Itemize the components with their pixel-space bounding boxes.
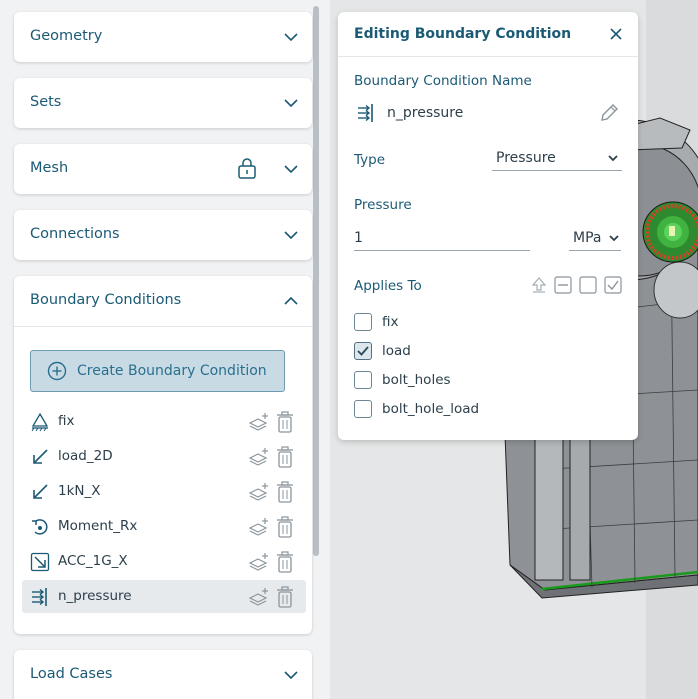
- bc-name: 1kN_X: [58, 483, 101, 499]
- add-to-load-case-icon[interactable]: [248, 411, 270, 433]
- section-connections-header[interactable]: Connections: [14, 210, 312, 260]
- section-title: Connections: [30, 226, 120, 242]
- chevron-down-icon[interactable]: [282, 227, 300, 243]
- section-title: Load Cases: [30, 666, 113, 682]
- unit-select-underline: [569, 250, 621, 251]
- add-to-load-case-icon[interactable]: [248, 516, 270, 538]
- chevron-down-icon[interactable]: [282, 29, 300, 45]
- add-to-load-case-icon[interactable]: [248, 586, 270, 608]
- section-title: Geometry: [30, 28, 103, 44]
- pressure-icon: [358, 104, 373, 122]
- close-icon[interactable]: [608, 26, 624, 42]
- lock-icon[interactable]: [236, 157, 258, 179]
- add-to-load-case-icon[interactable]: [248, 481, 270, 503]
- type-label: Type: [354, 152, 386, 168]
- section-title: Boundary Conditions: [30, 292, 182, 308]
- bc-name: load_2D: [58, 448, 113, 464]
- set-checkbox-load[interactable]: [354, 342, 372, 360]
- add-to-load-case-icon[interactable]: [248, 446, 270, 468]
- section-connections[interactable]: Connections: [14, 210, 312, 260]
- bc-name: Moment_Rx: [58, 518, 138, 534]
- checkbox-empty-icon[interactable]: [579, 276, 597, 294]
- chevron-down-icon[interactable]: [609, 234, 619, 242]
- bc-list-item[interactable]: Moment_Rx: [22, 510, 306, 543]
- type-select[interactable]: Pressure: [496, 150, 556, 166]
- bc-list-item[interactable]: load_2D: [22, 440, 306, 473]
- set-checkbox-bolt-holes[interactable]: [354, 371, 372, 389]
- trash-icon[interactable]: [275, 446, 295, 468]
- chevron-down-icon[interactable]: [608, 154, 618, 162]
- trash-icon[interactable]: [275, 586, 295, 608]
- create-button-label: Create Boundary Condition: [77, 363, 267, 379]
- add-to-load-case-icon[interactable]: [248, 551, 270, 573]
- create-boundary-condition-button[interactable]: Create Boundary Condition: [30, 350, 285, 392]
- bc-list-item[interactable]: fix: [22, 405, 306, 438]
- trash-icon[interactable]: [275, 516, 295, 538]
- section-sets-header[interactable]: Sets: [14, 78, 312, 128]
- trash-icon[interactable]: [275, 481, 295, 503]
- set-label: fix: [382, 314, 399, 330]
- force-arrow-icon: [33, 484, 48, 499]
- chevron-down-icon[interactable]: [282, 161, 300, 177]
- section-divider: [14, 326, 312, 327]
- select-all-icon[interactable]: [604, 276, 622, 294]
- pressure-label: Pressure: [354, 197, 412, 213]
- sidebar-scrollbar[interactable]: [313, 6, 319, 556]
- section-load-cases[interactable]: Load Cases: [14, 650, 312, 699]
- set-label: bolt_hole_load: [382, 401, 480, 417]
- trash-icon[interactable]: [275, 411, 295, 433]
- panel-title: Editing Boundary Condition: [354, 26, 572, 42]
- section-title: Mesh: [30, 160, 69, 176]
- set-label: bolt_holes: [382, 372, 451, 388]
- type-select-underline: [492, 170, 622, 171]
- trash-icon[interactable]: [275, 551, 295, 573]
- moment-icon: [32, 519, 48, 535]
- deselect-all-icon[interactable]: [554, 276, 572, 294]
- pencil-icon[interactable]: [598, 102, 620, 124]
- chevron-down-icon[interactable]: [282, 667, 300, 683]
- unit-select[interactable]: MPa: [573, 230, 601, 246]
- bc-name: fix: [58, 413, 75, 429]
- acceleration-icon: [30, 552, 50, 572]
- section-geometry-header[interactable]: Geometry: [14, 12, 312, 62]
- section-boundary-conditions-header[interactable]: Boundary Conditions: [14, 276, 312, 326]
- checkmark-icon: [357, 346, 369, 356]
- section-title: Sets: [30, 94, 62, 110]
- section-sets[interactable]: Sets: [14, 78, 312, 128]
- bc-name: ACC_1G_X: [58, 553, 128, 569]
- bc-list-item[interactable]: ACC_1G_X: [22, 545, 306, 578]
- bc-list-item-selected[interactable]: n_pressure: [22, 580, 306, 613]
- section-boundary-conditions: Boundary Conditions Create Boundary Cond…: [14, 276, 312, 634]
- pressure-input-underline: [354, 250, 530, 251]
- section-geometry[interactable]: Geometry: [14, 12, 312, 62]
- pressure-icon: [32, 588, 47, 606]
- bc-list-item[interactable]: 1kN_X: [22, 475, 306, 508]
- section-load-cases-header[interactable]: Load Cases: [14, 650, 312, 699]
- panel-divider: [338, 56, 638, 57]
- section-mesh[interactable]: Mesh: [14, 144, 312, 194]
- name-label: Boundary Condition Name: [354, 73, 532, 89]
- plus-circle-icon: [47, 361, 67, 381]
- edit-boundary-condition-panel: Editing Boundary Condition Boundary Cond…: [338, 12, 638, 440]
- fixed-support-icon: [31, 412, 49, 432]
- set-label: load: [382, 343, 411, 359]
- model-tree-sidebar: Geometry Sets Mesh Connections Boundary: [0, 0, 322, 699]
- chevron-down-icon[interactable]: [282, 95, 300, 111]
- pressure-input[interactable]: 1: [354, 230, 363, 246]
- name-field[interactable]: n_pressure: [387, 105, 463, 121]
- applies-to-label: Applies To: [354, 278, 422, 294]
- set-checkbox-bolt-hole-load[interactable]: [354, 400, 372, 418]
- bc-name: n_pressure: [58, 588, 132, 604]
- upload-icon[interactable]: [530, 276, 548, 294]
- set-checkbox-fix[interactable]: [354, 313, 372, 331]
- force-arrow-icon: [33, 449, 48, 464]
- chevron-up-icon[interactable]: [282, 293, 300, 309]
- section-mesh-header[interactable]: Mesh: [14, 144, 312, 194]
